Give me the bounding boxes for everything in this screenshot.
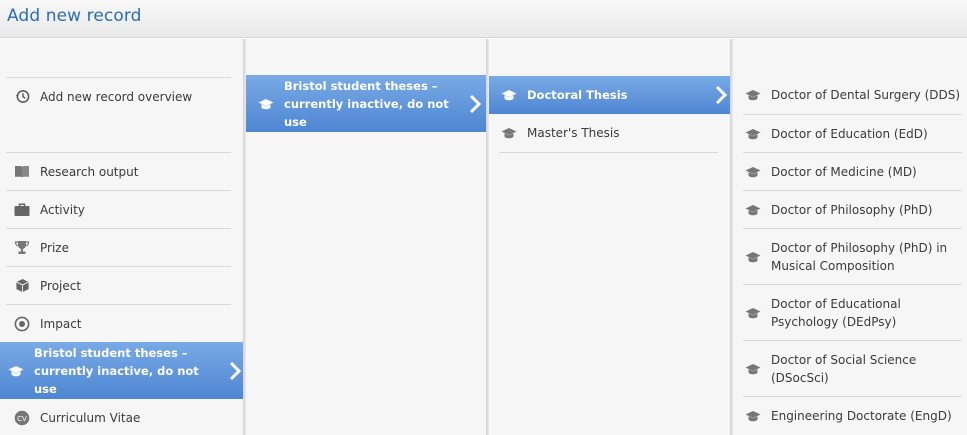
graduation-cap-icon [745, 361, 761, 377]
sidebar-item-bristol-student-theses[interactable]: Bristol student theses – currently inact… [0, 342, 246, 399]
page-header: Add new record [0, 0, 967, 38]
graduation-cap-icon [258, 96, 274, 112]
sidebar-item-label: Curriculum Vitae [40, 411, 141, 425]
chevron-right-icon [229, 361, 242, 380]
degree-label: Doctor of Philosophy (PhD) [771, 202, 933, 217]
history-icon [14, 89, 30, 105]
degree-label: Doctor of Educational Psychology (DEdPsy… [771, 296, 901, 329]
degree-item[interactable]: Engineering Doctorate (EngD) [743, 396, 962, 434]
graduation-cap-icon [501, 125, 517, 141]
graduation-cap-icon [745, 164, 761, 180]
category-item-bristol-student-theses[interactable]: Bristol student theses – currently inact… [246, 75, 486, 132]
graduation-cap-icon [745, 305, 761, 321]
category-column: Bristol student theses – currently inact… [246, 39, 486, 435]
graduation-cap-icon [8, 363, 24, 379]
page-title: Add new record [7, 6, 142, 26]
sidebar-item-label: Prize [40, 240, 69, 255]
graduation-cap-icon [501, 87, 517, 103]
degree-label: Doctor of Medicine (MD) [771, 164, 917, 179]
degree-item[interactable]: Doctor of Education (EdD) [743, 114, 962, 152]
sidebar-item-label: Research output [40, 164, 139, 179]
graduation-cap-icon [745, 408, 761, 424]
sidebar-item-label: Impact [40, 316, 82, 331]
degree-item[interactable]: Doctor of Philosophy (PhD) [743, 190, 962, 228]
degree-item[interactable]: Doctor of Medicine (MD) [743, 152, 962, 190]
sidebar-item-impact[interactable]: Impact [6, 304, 231, 342]
chevron-right-icon [715, 85, 728, 105]
svg-text:CV: CV [17, 415, 27, 423]
sidebar-item-label: Bristol student theses – currently inact… [34, 345, 199, 396]
graduation-cap-icon [745, 202, 761, 218]
cube-icon [14, 278, 30, 294]
target-icon [14, 316, 30, 332]
thesis-type-label: Doctoral Thesis [527, 88, 628, 102]
sidebar-item-activity[interactable]: Activity [6, 190, 231, 228]
degree-column: Doctor of Dental Surgery (DDS) Doctor of… [733, 39, 967, 435]
record-type-column: Add new record overview Research output … [0, 39, 246, 435]
thesis-type-masters[interactable]: Master's Thesis [499, 114, 718, 152]
degree-label: Doctor of Social Science (DSocSci) [771, 352, 917, 385]
sidebar-item-label: Project [40, 278, 82, 293]
degree-item[interactable]: Doctor of Philosophy (PhD) in Musical Co… [743, 228, 962, 284]
graduation-cap-icon [745, 126, 761, 142]
sidebar-item-prize[interactable]: Prize [6, 228, 231, 266]
sidebar-item-label: Activity [40, 202, 85, 217]
add-new-record-overview[interactable]: Add new record overview [6, 77, 231, 115]
chevron-right-icon [469, 94, 482, 113]
sidebar-item-curriculum-vitae[interactable]: CV Curriculum Vitae [6, 399, 231, 435]
degree-label: Doctor of Education (EdD) [771, 126, 928, 141]
degree-item[interactable]: Doctor of Dental Surgery (DDS) [743, 76, 962, 114]
graduation-cap-icon [745, 249, 761, 265]
sidebar-item-project[interactable]: Project [6, 266, 231, 304]
category-item-label: Bristol student theses – currently inact… [284, 78, 449, 129]
degree-label: Doctor of Dental Surgery (DDS) [771, 88, 961, 102]
graduation-cap-icon [745, 87, 761, 103]
degree-label: Engineering Doctorate (EngD) [771, 408, 952, 423]
thesis-type-doctoral[interactable]: Doctoral Thesis [489, 76, 732, 114]
trophy-icon [14, 240, 30, 256]
sidebar-item-label: Add new record overview [40, 89, 193, 104]
thesis-type-column: Doctoral Thesis Master's Thesis [489, 39, 732, 435]
sidebar-item-research-output[interactable]: Research output [6, 152, 231, 190]
book-icon [14, 164, 30, 180]
degree-label: Doctor of Philosophy (PhD) in Musical Co… [771, 240, 948, 273]
briefcase-icon [14, 202, 30, 218]
list-divider [499, 152, 718, 153]
thesis-type-label: Master's Thesis [527, 126, 620, 140]
degree-item[interactable]: Doctor of Social Science (DSocSci) [743, 340, 962, 396]
cv-icon: CV [14, 410, 30, 426]
degree-item[interactable]: Doctor of Educational Psychology (DEdPsy… [743, 284, 962, 340]
